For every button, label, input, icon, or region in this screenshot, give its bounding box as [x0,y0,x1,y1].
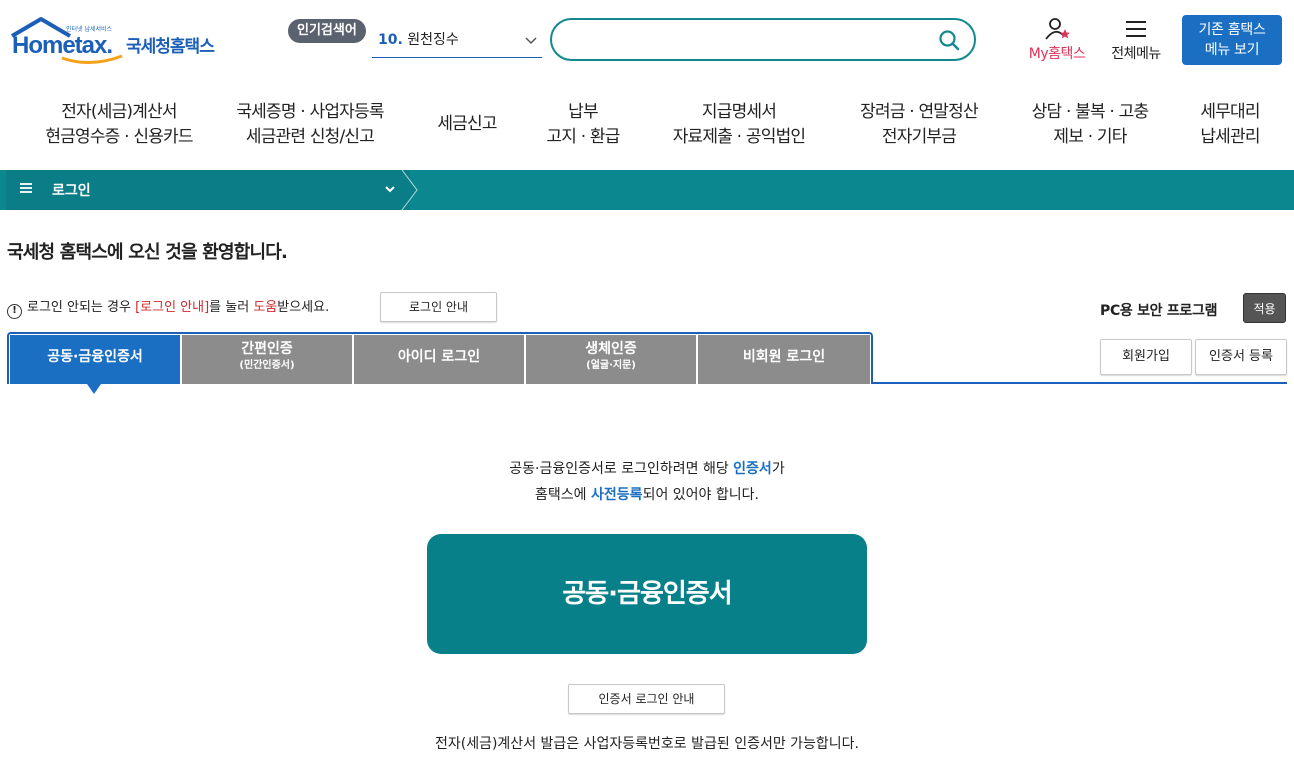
e-invoice-notice: 전자(세금)계산서 발급은 사업자등록번호로 발급된 인증서만 가능합니다. [434,736,860,752]
popular-keyword: 원천징수 [407,32,459,48]
tab-biometric[interactable]: 생체인증 (얼굴·지문) [526,335,696,384]
header: 인터넷 납세서비스 Hometax. 국세청홈택스 인기검색어 10. 원천징수… [0,0,1294,80]
cert-login-intro: 공동·금융인증서로 로그인하려면 해당 인증서가 홈택스에 사전등록되어 있어야… [0,456,1294,508]
tab-label: 아이디 로그인 [397,349,481,365]
nav-item-line1: 국세증명 · 사업자등록 [236,102,384,122]
breadcrumb-bar: 로그인 [0,170,1294,210]
help-login-guide-link[interactable]: [로그인 안내] [135,300,209,315]
tab-joint-financial-cert[interactable]: 공동·금융인증서 [10,335,180,384]
tab-sublabel: (얼굴·지문) [586,360,636,371]
tab-divider-line [873,382,1287,384]
nav-item-line2: 고지 · 환급 [546,127,620,147]
help-text-pre: 로그인 안되는 경우 [27,300,136,315]
nav-item-year-end[interactable]: 장려금 · 연말정산 전자기부금 [846,100,992,150]
nav-item-line2: 납세관리 [1200,127,1260,147]
nav-item-certificates[interactable]: 국세증명 · 사업자등록 세금관련 신청/신고 [220,100,400,150]
hometax-logo[interactable]: 인터넷 납세서비스 Hometax. 국세청홈택스 [8,14,228,68]
nav-item-consulting[interactable]: 상담 · 불복 · 고충 제보 · 기타 [1016,100,1164,150]
all-menu-label: 전체메뉴 [1111,46,1161,62]
tab-label: 간편인증 [241,341,293,357]
help-word: 도움 [253,300,278,315]
intro-text: 가 [771,461,785,477]
tab-label: 생체인증 [585,341,637,357]
legacy-menu-line2: 메뉴 보기 [1204,42,1260,58]
popular-search-select[interactable]: 10. 원천징수 [372,27,542,58]
nav-item-line2: 전자기부금 [881,127,957,147]
intro-text: 홈택스에 [535,487,592,503]
search-box [550,18,976,61]
intro-highlight: 사전등록 [591,487,643,503]
breadcrumb-arrow-icon [400,170,418,210]
nav-item-line1: 납부 [568,102,598,122]
logo-korean-name: 국세청홈택스 [126,37,215,57]
tab-sublabel: (민간인증서) [239,360,295,371]
user-star-icon [1045,18,1070,40]
intro-line2: 홈택스에 사전등록되어 있어야 합니다. [0,482,1294,508]
legacy-menu-line1: 기존 홈택스 [1198,22,1266,38]
exclamation-circle-icon: ! [7,304,22,319]
nav-item-line1: 세금신고 [437,114,497,134]
nav-item-payment-statement[interactable]: 지급명세서 자료제출 · 공익법인 [660,100,818,150]
nav-item-line2: 세금관련 신청/신고 [245,127,375,147]
intro-line1: 공동·금융인증서로 로그인하려면 해당 인증서가 [0,456,1294,482]
nav-item-payment[interactable]: 납부 고지 · 환급 [530,100,636,150]
intro-text: 되어 있어야 합니다. [642,487,759,503]
security-apply-button[interactable]: 적용 [1243,293,1286,323]
all-menu-button[interactable]: 전체메뉴 [1104,17,1168,65]
joint-financial-cert-login-button[interactable]: 공동·금융인증서 [427,534,867,654]
intro-text: 공동·금융인증서로 로그인하려면 해당 [509,461,734,477]
nav-item-line1: 장려금 · 연말정산 [860,102,979,122]
nav-item-line2: 현금영수증 · 신용카드 [45,127,193,147]
hamburger-icon [1126,21,1146,37]
my-hometax-label: My홈택스 [1028,46,1086,62]
main-nav: 전자(세금)계산서 현금영수증 · 신용카드 국세증명 · 사업자등록 세금관련… [0,86,1294,166]
logo-swoosh-icon [61,54,123,64]
active-tab-pointer [87,384,101,394]
breadcrumb[interactable]: 로그인 [6,170,410,210]
nav-item-line1: 지급명세서 [701,102,777,122]
nav-item-line1: 상담 · 불복 · 고충 [1031,102,1149,122]
popular-search-badge: 인기검색어 [288,19,366,43]
intro-highlight: 인증서 [733,461,772,477]
nav-item-line1: 전자(세금)계산서 [61,102,177,122]
register-cert-button[interactable]: 인증서 등록 [1195,339,1287,375]
pc-security-label: PC용 보안 프로그램 [1100,303,1218,319]
breadcrumb-label: 로그인 [52,183,91,199]
login-guide-button[interactable]: 로그인 안내 [380,292,497,322]
nav-item-tax-agent[interactable]: 세무대리 납세관리 [1186,100,1274,150]
help-text-mid: 를 눌러 [209,300,254,315]
search-icon[interactable] [938,29,960,51]
search-input[interactable] [570,28,930,52]
legacy-menu-button[interactable]: 기존 홈택스 메뉴 보기 [1182,15,1282,65]
tab-non-member-login[interactable]: 비회원 로그인 [698,335,870,384]
nav-item-e-invoice[interactable]: 전자(세금)계산서 현금영수증 · 신용카드 [28,100,210,150]
nav-item-line2: 자료제출 · 공익법인 [672,127,806,147]
popular-rank: 10. [378,32,403,48]
tab-label: 공동·금융인증서 [47,349,143,365]
page-title: 국세청 홈택스에 오신 것을 환영합니다. [7,242,288,263]
nav-item-line2: 제보 · 기타 [1053,127,1127,147]
breadcrumb-menu-icon [20,182,32,198]
login-help-text: ! 로그인 안되는 경우 [로그인 안내]를 눌러 도움받으세요. [7,296,329,319]
nav-item-tax-return[interactable]: 세금신고 [426,112,508,137]
nav-item-line1: 세무대리 [1200,102,1260,122]
chevron-down-icon [384,180,396,202]
cert-login-guide-button[interactable]: 인증서 로그인 안내 [568,684,725,714]
tab-simple-auth[interactable]: 간편인증 (민간인증서) [182,335,352,384]
my-hometax-button[interactable]: My홈택스 [1022,17,1092,65]
join-member-button[interactable]: 회원가입 [1100,339,1192,375]
help-text-post: 받으세요. [277,300,330,315]
tab-id-login[interactable]: 아이디 로그인 [354,335,524,384]
tab-label: 비회원 로그인 [742,349,826,365]
chevron-down-icon [524,28,538,63]
